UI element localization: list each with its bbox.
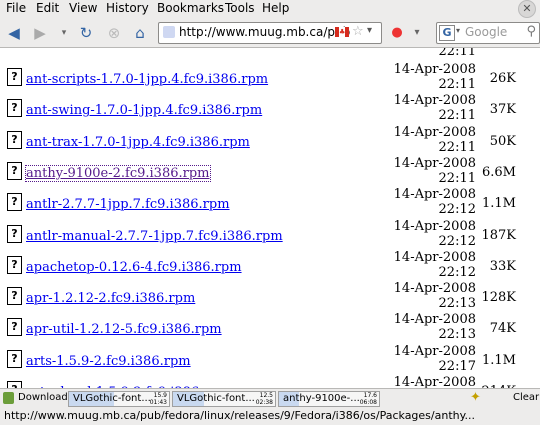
file-date: 14-Apr-2008 22:17 xyxy=(393,343,476,374)
file-date: 14-Apr-2008 22:13 xyxy=(393,281,476,312)
forward-arrow-icon[interactable]: ▶ xyxy=(30,23,50,43)
file-link[interactable]: ant-scripts-1.7.0-1jpp.4.fc9.i386.rpm xyxy=(26,72,268,87)
url-bar[interactable]: http://www.muug.mb.ca/pub ♣ ☆ ▾ xyxy=(158,22,382,44)
file-date: 14-Apr-2008 xyxy=(393,375,476,388)
listing-row: ? anthy-9100e-2.fc9.i386.rpm 14-Apr-2008 22… xyxy=(0,152,540,186)
file-link[interactable]: anthy-9100e-2.fc9.i386.rpm xyxy=(25,164,211,182)
file-link[interactable]: ant-trax-1.7.0-1jpp.4.fc9.i386.rpm xyxy=(26,135,250,150)
menu-bar: File Edit View History Bookmarks Tools H… xyxy=(0,0,540,18)
unknown-file-icon: ? xyxy=(7,99,22,118)
file-size: 187K xyxy=(481,227,516,243)
unknown-file-icon: ? xyxy=(7,68,22,86)
unknown-file-icon: ? xyxy=(7,381,22,388)
unknown-file-icon: ? xyxy=(7,318,22,337)
google-icon[interactable]: G xyxy=(439,25,455,41)
file-size: 50K xyxy=(489,133,516,149)
status-text: http://www.muug.mb.ca/pub/fedora/linux/r… xyxy=(4,409,476,422)
menu-file[interactable]: File xyxy=(6,1,26,15)
listing-row: ? ant-trax-1.7.0-1jpp.4.fc9.i386.rpm 14-Ap… xyxy=(0,121,540,155)
file-link[interactable]: apr-1.2.12-2.fc9.i386.rpm xyxy=(26,291,195,306)
file-link[interactable]: apr-util-1.2.12-5.fc9.i386.rpm xyxy=(26,322,222,337)
download-stats: 17.6 06:08 xyxy=(359,392,377,406)
listing-row: ? ant-swing-1.7.0-1jpp.4.fc9.i386.rpm 14-A… xyxy=(0,89,540,124)
file-date: 14-Apr-2008 22:11 xyxy=(393,93,476,124)
listing-row: ? arts-1.5.9-2.fc9.i386.rpm 14-Apr-2008 22:… xyxy=(0,340,540,374)
window-close-icon[interactable]: ✕ xyxy=(518,0,536,18)
search-placeholder: Google xyxy=(465,25,508,39)
listing-row: ? antlr-2.7.7-1jpp.7.fc9.i386.rpm 14-Apr-2… xyxy=(0,183,540,218)
search-magnifier-icon[interactable]: ⚲ xyxy=(526,24,536,39)
search-box[interactable]: G ▾ Google ⚲ xyxy=(436,22,540,44)
unknown-file-icon: ? xyxy=(7,193,22,212)
file-size: 26K xyxy=(489,71,516,86)
site-favicon-icon xyxy=(163,26,175,38)
directory-listing: 22:11 ? ant-scripts-1.7.0-1jpp.4.fc9.i386… xyxy=(0,48,540,388)
unknown-file-icon: ? xyxy=(7,161,22,180)
listing-row: ?arts-devel-1.5.9-2.fc9.i386.rpm14-Apr-2… xyxy=(0,371,540,388)
menu-bookmarks[interactable]: Bookmarks xyxy=(157,1,224,15)
unknown-file-icon: ? xyxy=(7,224,22,243)
downloads-icon xyxy=(3,392,14,404)
stop-icon[interactable]: ⊗ xyxy=(104,23,124,43)
file-date: 14-Apr-2008 22:12 xyxy=(393,249,476,280)
bookmark-star-icon[interactable]: ☆ xyxy=(352,24,364,39)
menu-view[interactable]: View xyxy=(69,1,97,15)
download-stats: 12.5 02:38 xyxy=(255,392,273,406)
navigation-toolbar: ◀ ▶ ▾ ↻ ⊗ ⌂ http://www.muug.mb.ca/pub ♣ … xyxy=(0,19,540,48)
file-link[interactable]: antlr-manual-2.7.7-1jpp.7.fc9.i386.rpm xyxy=(26,229,283,244)
unknown-file-icon: ? xyxy=(7,255,22,274)
home-icon[interactable]: ⌂ xyxy=(130,23,150,43)
addon-icon[interactable]: ● xyxy=(387,23,407,43)
file-link[interactable]: ant-swing-1.7.0-1jpp.4.fc9.i386.rpm xyxy=(26,103,262,118)
file-size: 37K xyxy=(489,102,516,118)
back-arrow-icon[interactable]: ◀ xyxy=(4,23,24,43)
download-name: VLGothic-font... xyxy=(177,393,255,404)
listing-row: ? apachetop-0.12.6-4.fc9.i386.rpm 14-Apr-2… xyxy=(0,246,540,280)
menu-tools[interactable]: Tools xyxy=(225,1,255,15)
listing-row: ? apr-1.2.12-2.fc9.i386.rpm 14-Apr-2008 22:… xyxy=(0,277,540,312)
clear-downloads-button[interactable]: Clear xyxy=(513,392,539,403)
file-date: 14-Apr-2008 22:11 xyxy=(393,155,476,186)
file-size: 6.6M xyxy=(482,164,516,180)
download-item-3[interactable]: anthy-9100e-... 17.6 06:08 xyxy=(278,391,380,407)
search-engine-dropdown-icon[interactable]: ▾ xyxy=(456,26,460,35)
unknown-file-icon: ? xyxy=(7,130,22,149)
url-dropdown-icon[interactable]: ▾ xyxy=(367,25,372,36)
canada-flag-icon: ♣ xyxy=(335,27,349,37)
downloads-label[interactable]: Downloads xyxy=(18,392,73,403)
url-text: http://www.muug.mb.ca/pub xyxy=(179,25,351,39)
unknown-file-icon: ? xyxy=(7,349,22,368)
addon-dropdown-icon[interactable]: ▾ xyxy=(407,23,427,43)
menu-history[interactable]: History xyxy=(106,1,149,15)
download-arrow-icon: ✦ xyxy=(470,390,481,405)
listing-row: ? antlr-manual-2.7.7-1jpp.7.fc9.i386.rpm 1… xyxy=(0,215,540,249)
download-name: anthy-9100e-... xyxy=(283,393,360,404)
history-dropdown-icon[interactable]: ▾ xyxy=(54,23,74,43)
file-size: 33K xyxy=(489,258,516,274)
file-size: 1.1M xyxy=(482,196,516,212)
file-link[interactable]: antlr-2.7.7-1jpp.7.fc9.i386.rpm xyxy=(26,197,230,212)
download-stats: 15.9 01:43 xyxy=(149,392,167,406)
download-name: VLGothic-font... xyxy=(73,393,151,404)
listing-row: ? ant-scripts-1.7.0-1jpp.4.fc9.i386.rpm 14… xyxy=(0,58,540,92)
file-size: 74K xyxy=(489,321,516,337)
file-size: 1.1M xyxy=(482,352,516,368)
status-bar: Downloads VLGothic-font... 15.9 01:43 VLG… xyxy=(0,388,540,425)
download-item-1[interactable]: VLGothic-font... 15.9 01:43 xyxy=(68,391,170,407)
download-item-2[interactable]: VLGothic-font... 12.5 02:38 xyxy=(172,391,276,407)
file-date: 14-Apr-2008 22:11 xyxy=(393,124,476,155)
file-size: 128K xyxy=(481,290,516,306)
file-date: 14-Apr-2008 22:11 xyxy=(393,62,476,92)
file-date: 14-Apr-2008 22:12 xyxy=(393,218,476,249)
unknown-file-icon: ? xyxy=(7,287,22,306)
download-bar: Downloads VLGothic-font... 15.9 01:43 VLG… xyxy=(0,389,540,407)
file-link[interactable]: arts-1.5.9-2.fc9.i386.rpm xyxy=(26,354,191,369)
file-date: 14-Apr-2008 22:13 xyxy=(393,312,476,343)
file-date: 14-Apr-2008 22:12 xyxy=(393,187,476,218)
file-link[interactable]: apachetop-0.12.6-4.fc9.i386.rpm xyxy=(26,260,242,275)
listing-row: ? apr-util-1.2.12-5.fc9.i386.rpm 14-Apr-20… xyxy=(0,308,540,343)
menu-edit[interactable]: Edit xyxy=(36,1,59,15)
menu-help[interactable]: Help xyxy=(262,1,289,15)
reload-icon[interactable]: ↻ xyxy=(76,23,96,43)
